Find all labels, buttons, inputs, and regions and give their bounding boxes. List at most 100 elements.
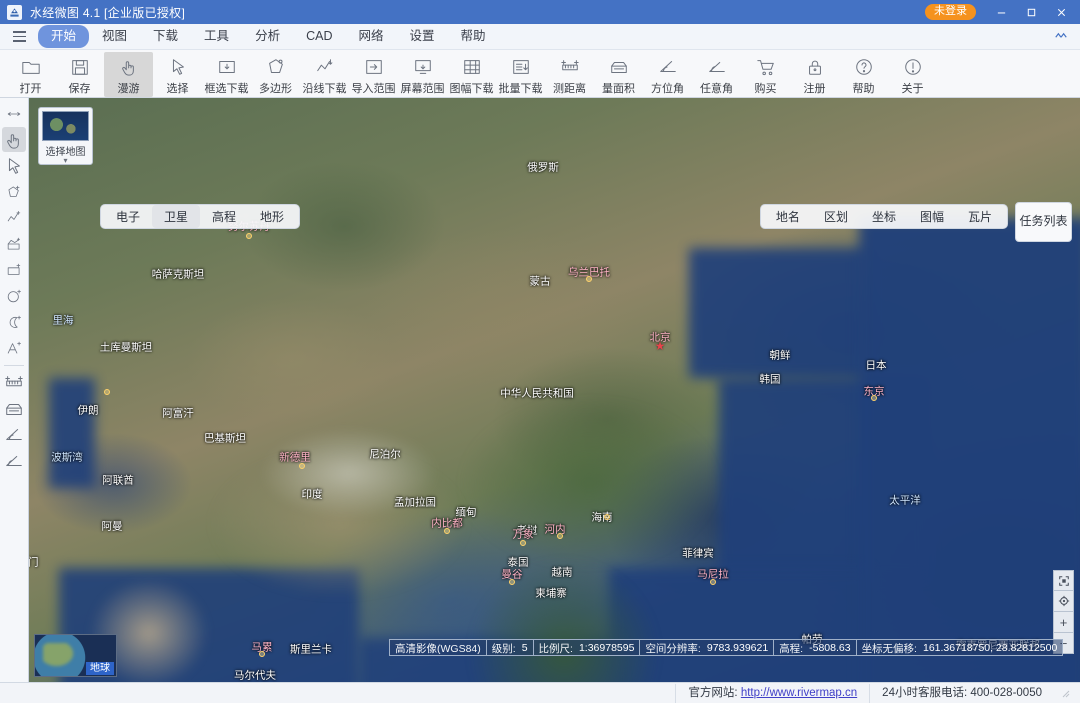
ribbon-tool-rect-download[interactable]: 框选下载 bbox=[202, 52, 251, 97]
select-map-card[interactable]: 选择地图 ▾ bbox=[38, 107, 93, 165]
rail-rectangle-add[interactable] bbox=[2, 257, 26, 282]
save-disk-icon bbox=[70, 55, 90, 78]
map-overlay-tab-4[interactable]: 瓦片 bbox=[956, 205, 1004, 228]
menu-item-settings[interactable]: 设置 bbox=[397, 25, 448, 49]
ribbon-tool-save-disk[interactable]: 保存 bbox=[55, 52, 104, 97]
hamburger-icon[interactable] bbox=[6, 26, 32, 48]
ribbon-tool-cursor-arrow[interactable]: 选择 bbox=[153, 52, 202, 97]
ribbon-tool-info-circle[interactable]: 关于 bbox=[888, 52, 937, 97]
status-level-key: 级别: bbox=[492, 641, 516, 656]
ribbon-tool-azimuth[interactable]: 方位角 bbox=[643, 52, 692, 97]
rail-polyline-add[interactable] bbox=[2, 205, 26, 230]
rail-circle-add[interactable] bbox=[2, 283, 26, 308]
map-viewport[interactable]: 俄罗斯哈萨克斯坦努尔苏丹蒙古乌兰巴托北京中华人民共和国朝鲜韩国日本东京里海土库曼… bbox=[29, 98, 1080, 682]
status-elevation-value: -5808.63 bbox=[809, 642, 850, 654]
menu-item-start[interactable]: 开始 bbox=[38, 25, 89, 49]
menu-item-help[interactable]: 帮助 bbox=[448, 25, 499, 49]
folder-open-icon bbox=[21, 55, 41, 78]
menu-item-view[interactable]: 视图 bbox=[89, 25, 140, 49]
map-overlay-tabs: 地名区划坐标图幅瓦片 bbox=[760, 204, 1008, 229]
official-site-label: 官方网站: bbox=[688, 687, 737, 699]
menu-item-tools[interactable]: 工具 bbox=[191, 25, 242, 49]
rail-measure-area[interactable] bbox=[2, 396, 26, 421]
map-label: 阿富汗 bbox=[162, 406, 194, 421]
ribbon-tool-measure-area[interactable]: 量面积 bbox=[594, 52, 643, 97]
cart-icon bbox=[756, 55, 776, 78]
resize-grip-icon[interactable] bbox=[1060, 688, 1070, 698]
ribbon-tool-measure-distance[interactable]: 测距离 bbox=[545, 52, 594, 97]
maximize-icon[interactable] bbox=[1016, 0, 1046, 24]
city-dot-marker bbox=[246, 233, 252, 239]
support-phone: 24小时客服电话: 400-028-0050 bbox=[869, 684, 1054, 703]
map-overlay-tab-1[interactable]: 区划 bbox=[812, 205, 860, 228]
map-type-tab-0[interactable]: 电子 bbox=[104, 205, 152, 228]
ribbon-tool-polyline-download[interactable]: 沿线下载 bbox=[300, 52, 349, 97]
rail-text-add[interactable] bbox=[2, 335, 26, 360]
map-label: 老挝 bbox=[517, 523, 538, 538]
fullscreen-icon[interactable] bbox=[1053, 570, 1074, 591]
map-label: 蒙古 bbox=[530, 274, 551, 289]
status-elevation: 高程: -5808.63 bbox=[773, 639, 855, 656]
ribbon-tool-question-circle[interactable]: 帮助 bbox=[839, 52, 888, 97]
minimize-icon[interactable] bbox=[986, 0, 1016, 24]
close-icon[interactable] bbox=[1046, 0, 1076, 24]
ribbon-tool-sheet-download[interactable]: 图幅下载 bbox=[447, 52, 496, 97]
map-label: 里海 bbox=[53, 313, 74, 328]
rail-any-angle[interactable] bbox=[2, 448, 26, 473]
menu-item-download[interactable]: 下载 bbox=[140, 25, 191, 49]
official-site-link[interactable]: http://www.rivermap.cn bbox=[741, 687, 857, 699]
map-type-tab-2[interactable]: 高程 bbox=[200, 205, 248, 228]
login-status-badge[interactable]: 未登录 bbox=[925, 4, 976, 20]
map-thumbnail-icon bbox=[42, 111, 89, 141]
ribbon-tool-cart[interactable]: 购买 bbox=[741, 52, 790, 97]
rail-polygon-add[interactable] bbox=[2, 179, 26, 204]
ribbon-tool-label: 沿线下载 bbox=[303, 80, 347, 96]
ribbon-tool-lock-register[interactable]: 注册 bbox=[790, 52, 839, 97]
ribbon-tool-hand-pan[interactable]: 漫游 bbox=[104, 52, 153, 97]
map-type-tab-3[interactable]: 地形 bbox=[248, 205, 296, 228]
main-body: 俄罗斯哈萨克斯坦努尔苏丹蒙古乌兰巴托北京中华人民共和国朝鲜韩国日本东京里海土库曼… bbox=[0, 98, 1080, 682]
task-list-button[interactable]: 任务列表 bbox=[1015, 202, 1072, 242]
map-type-tab-1[interactable]: 卫星 bbox=[152, 205, 200, 228]
map-overlay-tab-3[interactable]: 图幅 bbox=[908, 205, 956, 228]
map-overlay-tab-2[interactable]: 坐标 bbox=[860, 205, 908, 228]
ribbon-tool-label: 保存 bbox=[69, 80, 91, 96]
zoom-in-icon[interactable]: + bbox=[1053, 612, 1074, 633]
azimuth-icon bbox=[658, 55, 678, 78]
crosshair-target-icon[interactable] bbox=[1053, 591, 1074, 612]
menu-item-cad[interactable]: CAD bbox=[293, 25, 345, 49]
ribbon-tool-batch-download[interactable]: 批量下载 bbox=[496, 52, 545, 97]
map-label: 也门 bbox=[29, 555, 39, 570]
ribbon-tool-screen-range[interactable]: 屏幕范围 bbox=[398, 52, 447, 97]
city-dot-marker bbox=[557, 533, 563, 539]
city-dot-marker bbox=[104, 389, 110, 395]
rail-expand-arrows[interactable] bbox=[2, 101, 26, 126]
rail-cursor-arrow[interactable] bbox=[2, 153, 26, 178]
chevron-down-icon[interactable]: ▾ bbox=[63, 158, 67, 164]
globe-continents bbox=[43, 643, 77, 669]
city-dot-marker bbox=[259, 651, 265, 657]
rail-measure-distance[interactable] bbox=[2, 370, 26, 395]
ribbon-tool-label: 打开 bbox=[20, 80, 42, 96]
menu-item-network[interactable]: 网络 bbox=[345, 25, 396, 49]
ribbon-tool-folder-open[interactable]: 打开 bbox=[6, 52, 55, 97]
chevron-up-icon[interactable] bbox=[1054, 29, 1068, 43]
rail-separator bbox=[4, 365, 24, 366]
map-label: 斯里兰卡 bbox=[290, 642, 332, 657]
ribbon-tool-import-range[interactable]: 导入范围 bbox=[349, 52, 398, 97]
ribbon-tool-any-angle[interactable]: 任意角 bbox=[692, 52, 741, 97]
ribbon-tool-polygon[interactable]: 多边形 bbox=[251, 52, 300, 97]
map-overlay-tab-0[interactable]: 地名 bbox=[764, 205, 812, 228]
cursor-arrow-icon bbox=[168, 55, 188, 78]
rail-area-add[interactable] bbox=[2, 231, 26, 256]
map-label: 韩国 bbox=[760, 372, 781, 387]
rail-azimuth[interactable] bbox=[2, 422, 26, 447]
rail-hand-pan[interactable] bbox=[2, 127, 26, 152]
map-label: 土库曼斯坦 bbox=[100, 340, 153, 355]
rail-arc-add[interactable] bbox=[2, 309, 26, 334]
capital-star-marker: ★ bbox=[655, 339, 666, 353]
menu-item-analysis[interactable]: 分析 bbox=[242, 25, 293, 49]
map-label: 马尔代夫 bbox=[234, 668, 276, 683]
polygon-icon bbox=[266, 55, 286, 78]
globe-icon[interactable]: 地球 bbox=[34, 634, 117, 677]
